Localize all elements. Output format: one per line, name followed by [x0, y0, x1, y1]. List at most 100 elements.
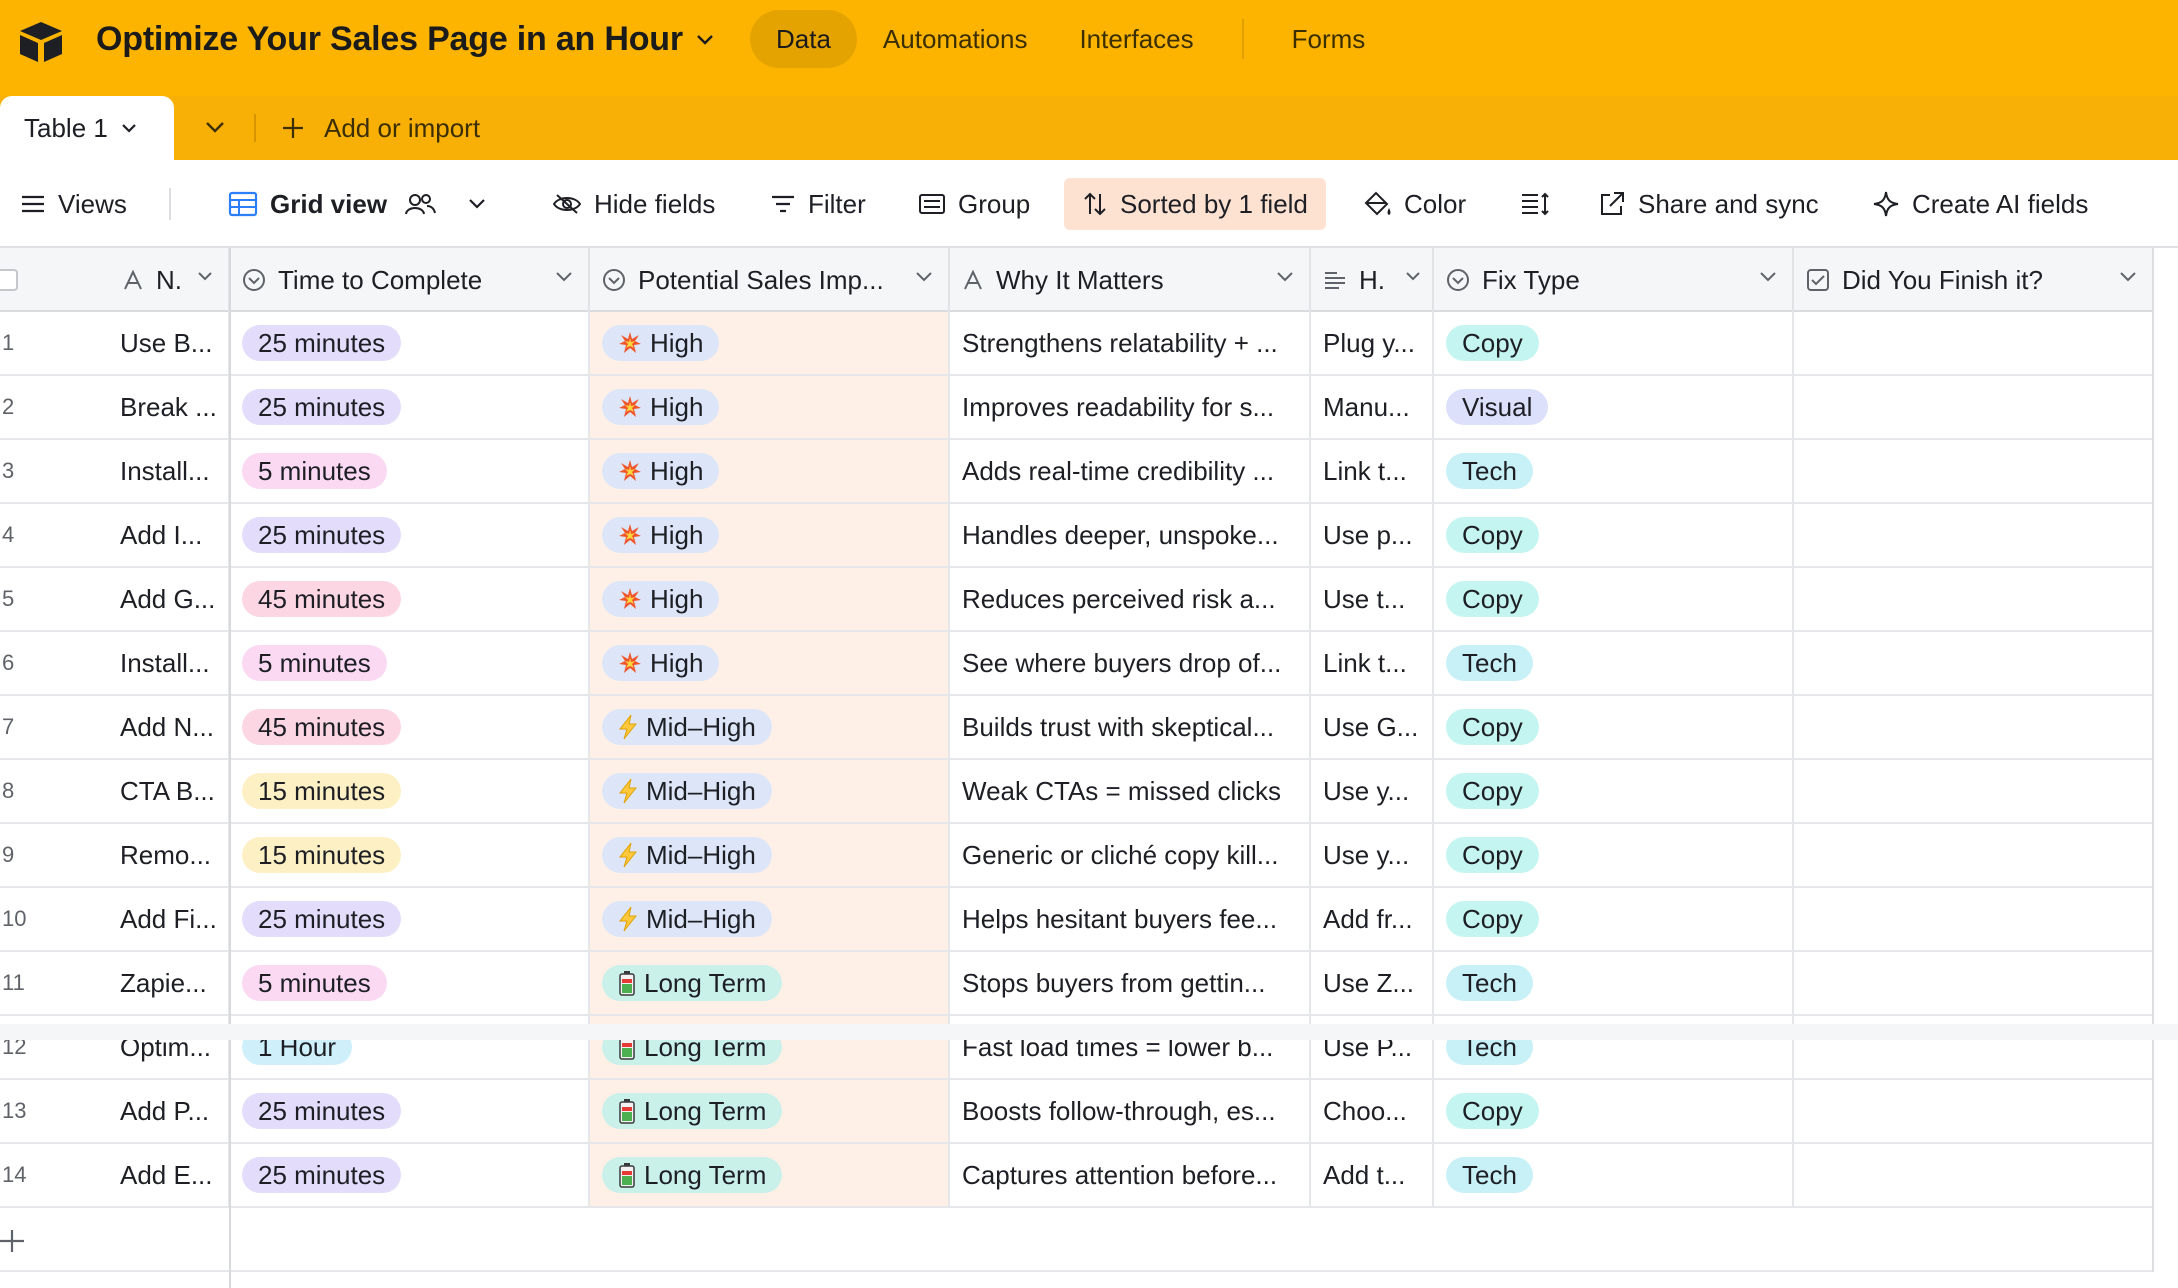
cell-fix-type[interactable]: Copy [1434, 568, 1794, 630]
cell-potential-impact[interactable]: High [590, 312, 950, 374]
cell-time-to-complete[interactable]: 25 minutes [230, 504, 590, 566]
cell-why-it-matters[interactable]: Stops buyers from gettin... [950, 952, 1311, 1014]
cell-why-it-matters[interactable]: Reduces perceived risk a... [950, 568, 1311, 630]
cell-did-you-finish[interactable] [1794, 312, 2154, 374]
filter-button[interactable]: Filter [770, 178, 866, 230]
cell-why-it-matters[interactable]: See where buyers drop of... [950, 632, 1311, 694]
cell-fix-type[interactable]: Tech [1434, 440, 1794, 502]
column-header-impact[interactable]: Potential Sales Imp... [590, 248, 950, 312]
cell-potential-impact[interactable]: Mid–High [590, 824, 950, 886]
column-header-time[interactable]: Time to Complete [230, 248, 590, 312]
cell-why-it-matters[interactable]: Improves readability for s... [950, 376, 1311, 438]
color-button[interactable]: Color [1362, 178, 1466, 230]
cell-potential-impact[interactable]: Long Term [590, 1144, 950, 1206]
table-row[interactable]: 14 Add E... 25 minutes Long Term Capture… [0, 1144, 2154, 1208]
cell-time-to-complete[interactable]: 25 minutes [230, 376, 590, 438]
cell-how[interactable]: Manu... [1311, 376, 1434, 438]
add-or-import-button[interactable]: Add or import [280, 96, 480, 160]
cell-why-it-matters[interactable]: Strengthens relatability + ... [950, 312, 1311, 374]
cell-did-you-finish[interactable] [1794, 888, 2154, 950]
cell-did-you-finish[interactable] [1794, 696, 2154, 758]
nav-interfaces[interactable]: Interfaces [1053, 10, 1219, 68]
tab-table-1[interactable]: Table 1 [0, 96, 174, 160]
tables-dropdown-chevron-icon[interactable] [200, 116, 230, 140]
cell-potential-impact[interactable]: High [590, 632, 950, 694]
cell-did-you-finish[interactable] [1794, 1080, 2154, 1142]
group-button[interactable]: Group [918, 178, 1030, 230]
cell-how[interactable]: Use t... [1311, 568, 1434, 630]
cell-time-to-complete[interactable]: 45 minutes [230, 568, 590, 630]
cell-how[interactable]: Link t... [1311, 632, 1434, 694]
cell-potential-impact[interactable]: High [590, 440, 950, 502]
nav-automations[interactable]: Automations [857, 10, 1054, 68]
cell-fix-type[interactable]: Tech [1434, 632, 1794, 694]
cell-why-it-matters[interactable]: Generic or cliché copy kill... [950, 824, 1311, 886]
table-row[interactable]: 4 Add I... 25 minutes High Handles deepe… [0, 504, 2154, 568]
table-row[interactable]: 10 Add Fi... 25 minutes Mid–High Helps h… [0, 888, 2154, 952]
cell-name[interactable]: Remo... [110, 824, 230, 886]
cell-why-it-matters[interactable]: Captures attention before... [950, 1144, 1311, 1206]
cell-fix-type[interactable]: Copy [1434, 696, 1794, 758]
table-row[interactable]: 8 CTA B... 15 minutes Mid–High Weak CTAs… [0, 760, 2154, 824]
cell-potential-impact[interactable]: Long Term [590, 1080, 950, 1142]
cell-name[interactable]: Use B... [110, 312, 230, 374]
table-row[interactable]: 7 Add N... 45 minutes Mid–High Builds tr… [0, 696, 2154, 760]
cell-potential-impact[interactable]: Mid–High [590, 888, 950, 950]
cell-name[interactable]: CTA B... [110, 760, 230, 822]
table-row[interactable]: 13 Add P... 25 minutes Long Term Boosts … [0, 1080, 2154, 1144]
cell-name[interactable]: Add N... [110, 696, 230, 758]
row-height-button[interactable] [1520, 178, 1562, 230]
cell-potential-impact[interactable]: Mid–High [590, 696, 950, 758]
table-row[interactable]: 6 Install... 5 minutes High See where bu… [0, 632, 2154, 696]
cell-time-to-complete[interactable]: 25 minutes [230, 1144, 590, 1206]
cell-time-to-complete[interactable]: 5 minutes [230, 952, 590, 1014]
table-row[interactable]: 2 Break ... 25 minutes High Improves rea… [0, 376, 2154, 440]
cell-time-to-complete[interactable]: 25 minutes [230, 1080, 590, 1142]
select-all-checkbox[interactable] [0, 248, 28, 312]
cell-time-to-complete[interactable]: 25 minutes [230, 888, 590, 950]
table-row[interactable]: 9 Remo... 15 minutes Mid–High Generic or… [0, 824, 2154, 888]
create-ai-fields-button[interactable]: Create AI fields [1872, 178, 2088, 230]
cell-fix-type[interactable]: Copy [1434, 760, 1794, 822]
share-and-sync-button[interactable]: Share and sync [1598, 178, 1819, 230]
cell-why-it-matters[interactable]: Boosts follow-through, es... [950, 1080, 1311, 1142]
cell-fix-type[interactable]: Tech [1434, 952, 1794, 1014]
cell-name[interactable]: Add E... [110, 1144, 230, 1206]
cell-how[interactable]: Link t... [1311, 440, 1434, 502]
views-button[interactable]: Views [20, 178, 127, 230]
cell-did-you-finish[interactable] [1794, 632, 2154, 694]
cell-name[interactable]: Add P... [110, 1080, 230, 1142]
cell-did-you-finish[interactable] [1794, 760, 2154, 822]
cell-name[interactable]: Install... [110, 440, 230, 502]
cell-fix-type[interactable]: Tech [1434, 1144, 1794, 1206]
cell-time-to-complete[interactable]: 15 minutes [230, 760, 590, 822]
add-record-row[interactable] [0, 1208, 2154, 1272]
cell-why-it-matters[interactable]: Helps hesitant buyers fee... [950, 888, 1311, 950]
cell-how[interactable]: Use p... [1311, 504, 1434, 566]
table-row[interactable]: 5 Add G... 45 minutes High Reduces perce… [0, 568, 2154, 632]
cell-time-to-complete[interactable]: 5 minutes [230, 440, 590, 502]
cell-did-you-finish[interactable] [1794, 952, 2154, 1014]
grid-view-button[interactable]: Grid view [228, 178, 499, 230]
column-header-how[interactable]: H. [1311, 248, 1434, 312]
cell-did-you-finish[interactable] [1794, 504, 2154, 566]
cell-why-it-matters[interactable]: Weak CTAs = missed clicks [950, 760, 1311, 822]
hide-fields-button[interactable]: Hide fields [552, 178, 715, 230]
cell-how[interactable]: Use y... [1311, 824, 1434, 886]
cell-how[interactable]: Plug y... [1311, 312, 1434, 374]
cell-fix-type[interactable]: Copy [1434, 824, 1794, 886]
cell-fix-type[interactable]: Copy [1434, 312, 1794, 374]
cell-how[interactable]: Use Z... [1311, 952, 1434, 1014]
cell-time-to-complete[interactable]: 25 minutes [230, 312, 590, 374]
cell-fix-type[interactable]: Copy [1434, 1080, 1794, 1142]
cell-name[interactable]: Add I... [110, 504, 230, 566]
base-title[interactable]: Optimize Your Sales Page in an Hour [96, 20, 715, 59]
sort-button[interactable]: Sorted by 1 field [1064, 178, 1326, 230]
table-row[interactable]: 11 Zapie... 5 minutes Long Term Stops bu… [0, 952, 2154, 1016]
base-logo-icon[interactable] [18, 20, 64, 64]
cell-did-you-finish[interactable] [1794, 376, 2154, 438]
cell-did-you-finish[interactable] [1794, 824, 2154, 886]
cell-name[interactable]: Add Fi... [110, 888, 230, 950]
cell-potential-impact[interactable]: High [590, 376, 950, 438]
cell-time-to-complete[interactable]: 15 minutes [230, 824, 590, 886]
